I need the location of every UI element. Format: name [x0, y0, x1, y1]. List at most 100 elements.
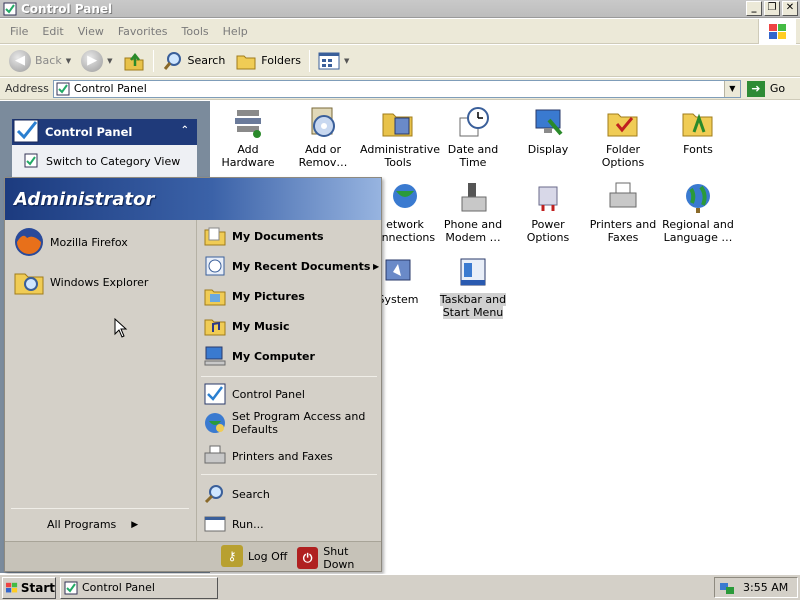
date-time-item[interactable]: Date and Time [435, 106, 511, 169]
close-button[interactable]: ✕ [782, 1, 798, 16]
task-label: Control Panel [82, 581, 155, 594]
link-label: Search [232, 487, 270, 501]
item-label: Add Hardware [221, 143, 275, 169]
globe-icon [686, 184, 710, 213]
add-hardware-item[interactable]: Add Hardware [210, 106, 286, 169]
music-icon [204, 319, 226, 336]
control-panel-link[interactable]: Control Panel [203, 382, 305, 406]
menu-favorites[interactable]: Favorites [111, 25, 175, 38]
minimize-button[interactable]: _ [746, 1, 762, 16]
shut-down-label: Shut Down [323, 545, 355, 571]
places-panel: My Documents My Recent Documents ▶ My Pi… [196, 220, 381, 541]
search-icon [204, 485, 223, 504]
regional-language-item[interactable]: Regional and Language … [660, 181, 736, 244]
forward-button[interactable]: ▶ ▼ [76, 47, 117, 75]
separator [201, 474, 377, 475]
admin-tools-item[interactable]: Administrative Tools [360, 106, 440, 169]
views-button[interactable]: ▼ [313, 47, 354, 75]
power-options-item[interactable]: Power Options [510, 181, 586, 244]
menu-edit[interactable]: Edit [35, 25, 70, 38]
display-icon [535, 109, 563, 136]
log-off-button[interactable]: ⚷ Log Off [221, 545, 287, 567]
search-label: Search [187, 54, 226, 67]
back-button[interactable]: ◀ Back ▼ [4, 47, 76, 75]
display-item[interactable]: Display [510, 106, 586, 156]
link-label: My Documents [232, 229, 324, 243]
search-button[interactable]: Search [157, 47, 231, 75]
program-access-link[interactable]: Set Program Access and Defaults [203, 410, 373, 436]
add-remove-item[interactable]: Add or Remov… [285, 106, 361, 169]
run-link[interactable]: Run... [203, 512, 264, 536]
printers-faxes-item[interactable]: Printers and Faxes [585, 181, 661, 244]
switch-view-link[interactable]: Switch to Category View [46, 155, 180, 168]
folders-button[interactable]: Folders [230, 47, 306, 75]
window-title: Control Panel [21, 1, 113, 16]
item-label: Taskbar and Start Menu [439, 293, 507, 319]
chevron-down-icon[interactable]: ▼ [66, 57, 71, 65]
address-input[interactable]: Control Panel ▼ [52, 79, 741, 98]
menu-tools[interactable]: Tools [175, 25, 216, 38]
start-menu-header: Administrator [5, 178, 381, 220]
taskbar: Start Control Panel 3:55 AM [0, 574, 800, 600]
menu-help[interactable]: Help [216, 25, 255, 38]
menu-bar: File Edit View Favorites Tools Help [0, 19, 800, 44]
folder-options-item[interactable]: Folder Options [585, 106, 661, 169]
item-label: Fonts [683, 143, 713, 156]
all-programs-label: All Programs [47, 518, 117, 531]
system-tray: 3:55 AM [714, 577, 798, 598]
run-icon [204, 516, 226, 532]
start-button[interactable]: Start [2, 576, 56, 599]
search-icon [163, 51, 181, 70]
chevron-down-icon[interactable]: ▼ [107, 57, 112, 65]
windows-logo-icon [758, 19, 796, 44]
pinned-windows-explorer[interactable]: Windows Explorer [13, 266, 148, 298]
phone-modem-item[interactable]: Phone and Modem … [435, 181, 511, 244]
my-music-link[interactable]: My Music [203, 314, 290, 338]
taskbar-start-menu-item[interactable]: Taskbar and Start Menu [435, 256, 511, 319]
collapse-icon[interactable]: ⌃ [181, 125, 189, 136]
clock[interactable]: 3:55 AM [743, 581, 788, 594]
pinned-programs: Mozilla Firefox Windows Explorer All Pro… [5, 220, 195, 541]
taskbar-window-control-panel[interactable]: Control Panel [60, 576, 218, 599]
documents-icon [204, 227, 226, 246]
windows-logo-icon [6, 582, 18, 592]
go-arrow-icon: ➜ [746, 80, 765, 97]
my-pictures-link[interactable]: My Pictures [203, 284, 305, 308]
go-button[interactable]: ➜ Go [746, 80, 785, 97]
forward-arrow-icon: ▶ [81, 49, 104, 72]
recent-icon [205, 256, 225, 276]
toolbar: ◀ Back ▼ ▶ ▼ Search Folders ▼ [0, 45, 800, 77]
my-computer-link[interactable]: My Computer [203, 344, 315, 368]
start-label: Start [20, 580, 55, 595]
up-button[interactable] [118, 47, 150, 75]
my-recent-documents-link[interactable]: My Recent Documents ▶ [203, 254, 379, 278]
pinned-firefox[interactable]: Mozilla Firefox [13, 226, 128, 258]
my-documents-link[interactable]: My Documents [203, 224, 324, 248]
chevron-down-icon[interactable]: ▼ [723, 80, 740, 97]
address-bar: Address Control Panel ▼ ➜ Go [0, 78, 800, 100]
views-icon [318, 52, 340, 69]
fonts-item[interactable]: Fonts [660, 106, 736, 156]
network-tray-icon[interactable] [719, 580, 735, 596]
menu-file[interactable]: File [3, 25, 35, 38]
item-label: Date and Time [447, 143, 499, 169]
power-icon: ⏻ [297, 547, 319, 569]
maximize-button[interactable]: ❐ [764, 1, 780, 16]
printers-faxes-link[interactable]: Printers and Faxes [203, 444, 333, 468]
item-label: Phone and Modem … [443, 218, 503, 244]
all-programs-button[interactable]: All Programs ▶ [47, 518, 138, 531]
chevron-down-icon[interactable]: ▼ [344, 57, 349, 65]
power-icon [538, 186, 558, 211]
menu-view[interactable]: View [71, 25, 111, 38]
search-link[interactable]: Search [203, 482, 270, 506]
hardware-icon [235, 110, 261, 138]
item-label: Display [527, 143, 569, 156]
folder-up-icon [124, 52, 143, 70]
title-bar: Control Panel _ ❐ ✕ [0, 0, 800, 18]
task-pane-header[interactable]: Control Panel ⌃ [12, 119, 197, 145]
separator [201, 376, 377, 377]
folders-icon [236, 55, 256, 69]
control-panel-icon [204, 383, 226, 405]
shut-down-button[interactable]: ⏻ Shut Down [297, 545, 381, 571]
key-icon: ⚷ [221, 545, 243, 567]
